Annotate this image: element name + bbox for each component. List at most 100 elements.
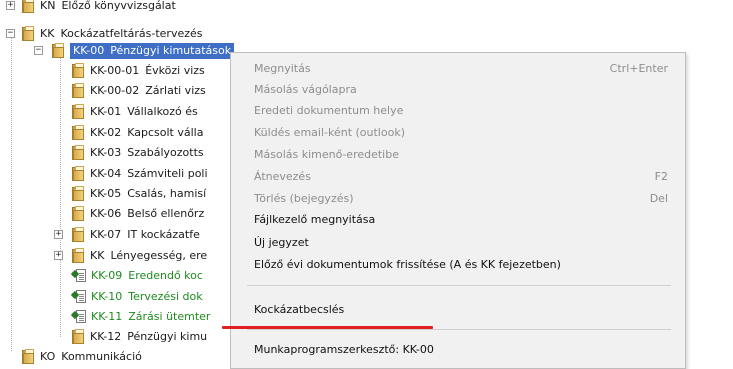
tree-item-text: Előző könyvvizsgálat <box>61 0 176 12</box>
menu-item-rename[interactable]: Átnevezés F2 <box>231 165 685 187</box>
tree-item-label: KN Előző könyvvizsgálat <box>40 0 176 14</box>
red-highlight-underline <box>222 326 433 329</box>
tree-item-text: IT kockázatfe <box>127 228 200 241</box>
tree-item[interactable]: KK Lényegesség, ere <box>72 246 207 265</box>
tree-item-label: KK-07 IT kockázatfe <box>90 227 200 243</box>
tree-item-text: Kapcsolt válla <box>127 126 204 139</box>
tree-item-label: KK-00-02 Zárlati vizs <box>90 83 206 99</box>
tree-item[interactable]: KK-12 Pénzügyi kimu <box>72 327 207 346</box>
tree-item[interactable]: KK-02 Kapcsolt válla <box>72 123 203 142</box>
menu-item-label: Kockázatbecslés <box>254 302 345 316</box>
tree-item[interactable]: KK-09 Eredendő koc <box>70 266 203 285</box>
tree-item-label: KK-09 Eredendő koc <box>91 268 203 284</box>
collapse-icon[interactable]: − <box>6 29 15 38</box>
tree-item-text: Eredendő koc <box>128 269 203 282</box>
tree-item-text: Szabályozotts <box>127 146 204 159</box>
tree-guide-line <box>11 31 12 351</box>
menu-item-label: Másolás vágólapra <box>254 82 357 96</box>
tree-item-code: KK-04 <box>90 167 122 180</box>
menu-item-original-location[interactable]: Eredeti dokumentum helye <box>231 99 685 121</box>
tree-item[interactable]: KK-05 Csalás, hamisí <box>72 184 206 203</box>
folder-icon <box>72 83 86 98</box>
expand-icon[interactable]: + <box>6 1 15 10</box>
tree-item-code: KK-05 <box>90 187 122 200</box>
menu-item-label: Munkaprogramszerkesztő: KK-00 <box>254 342 434 356</box>
folder-icon <box>22 0 36 13</box>
tree-item-text: Számviteli poli <box>127 167 208 180</box>
tree-item-code: KK-00-02 <box>90 84 140 97</box>
folder-icon <box>72 125 86 140</box>
tree-item-code: KK <box>90 249 105 262</box>
tree-item-text: Vállalkozó és <box>127 105 198 118</box>
tree-item[interactable]: KK-11 Zárási ütemter <box>70 307 211 326</box>
tree-item-code: KK-07 <box>90 228 122 241</box>
tree-item-text: Zárlati vizs <box>145 84 206 97</box>
tree-item-label: KK Lényegesség, ere <box>90 248 207 264</box>
tree-item-text: Csalás, hamisí <box>127 187 207 200</box>
linked-document-icon <box>70 289 88 304</box>
context-menu: Megnyitás Ctrl+Enter Másolás vágólapra Ered… <box>230 52 686 369</box>
menu-item-open[interactable]: Megnyitás Ctrl+Enter <box>231 57 685 79</box>
menu-item-label: Másolás kimenő-eredetibe <box>254 147 399 161</box>
tree-item-text: Pénzügyi kimu <box>127 330 208 343</box>
tree-item[interactable]: KK-04 Számviteli poli <box>72 164 208 183</box>
menu-item-refresh-previous-year[interactable]: Előző évi dokumentumok frissítése (A és … <box>231 253 685 275</box>
menu-separator <box>247 329 671 330</box>
folder-icon <box>72 145 86 160</box>
expand-icon[interactable]: + <box>54 230 63 239</box>
tree-item[interactable]: KK-10 Tervezési dok <box>70 287 203 306</box>
tree-item-code: KK-01 <box>90 105 122 118</box>
tree-item-label: KK-10 Tervezési dok <box>91 289 203 305</box>
tree-item[interactable]: KK-00-02 Zárlati vizs <box>72 81 206 100</box>
menu-item-label: Előző évi dokumentumok frissítése (A és … <box>254 257 561 271</box>
tree-item-label: KK-01 Vállalkozó és <box>90 104 198 120</box>
menu-item-label: Küldés email-ként (outlook) <box>254 125 405 139</box>
menu-item-shortcut: F2 <box>654 169 668 183</box>
tree-item-label: KK-06 Belső ellenőrz <box>90 206 204 222</box>
folder-icon <box>72 63 86 78</box>
tree-item[interactable]: KK-07 IT kockázatfe <box>72 225 200 244</box>
menu-item-label: Fájlkezelő megnyitása <box>254 212 376 226</box>
menu-item-delete[interactable]: Törlés (bejegyzés) Del <box>231 187 685 209</box>
folder-icon <box>52 43 66 58</box>
tree-item[interactable]: KK-00 Pénzügyi kimutatások <box>52 41 235 60</box>
tree-item-code: KK-00 <box>73 44 105 57</box>
collapse-icon[interactable]: − <box>34 46 43 55</box>
tree-item[interactable]: KK-03 Szabályozotts <box>72 143 204 162</box>
folder-icon <box>22 349 36 364</box>
tree-item-text: Belső ellenőrz <box>127 207 205 220</box>
tree-item-label: KK-04 Számviteli poli <box>90 166 208 182</box>
expand-icon[interactable]: + <box>54 251 63 260</box>
menu-item-copy-clipboard[interactable]: Másolás vágólapra <box>231 78 685 100</box>
menu-item-risk-assessment[interactable]: Kockázatbecslés <box>231 298 685 320</box>
tree-item-text: Zárási ütemter <box>128 310 211 323</box>
menu-item-new-note[interactable]: Új jegyzet <box>231 231 685 253</box>
folder-icon <box>22 26 36 41</box>
tree-item-label: KO Kommunikáció <box>40 349 142 365</box>
menu-item-send-email[interactable]: Küldés email-ként (outlook) <box>231 121 685 143</box>
menu-item-label: Törlés (bejegyzés) <box>254 191 354 205</box>
tree-item-label: KK-12 Pénzügyi kimu <box>90 329 207 345</box>
tree-item-code: KK-12 <box>90 330 122 343</box>
menu-item-work-program-editor[interactable]: Munkaprogramszerkesztő: KK-00 <box>231 338 685 360</box>
folder-icon <box>72 166 86 181</box>
folder-icon <box>72 329 86 344</box>
tree-item-text: Tervezési dok <box>128 290 203 303</box>
tree-item[interactable]: KN Előző könyvvizsgálat <box>22 0 176 15</box>
folder-icon <box>72 206 86 221</box>
tree-item[interactable]: KO Kommunikáció <box>22 347 142 366</box>
tree-item-label: KK-02 Kapcsolt válla <box>90 125 203 141</box>
folder-icon <box>72 227 86 242</box>
tree-item[interactable]: KK-00-01 Évközi vizs <box>72 61 205 80</box>
tree-item-code: KO <box>40 350 56 363</box>
menu-item-copy-outgoing[interactable]: Másolás kimenő-eredetibe <box>231 143 685 165</box>
tree-item[interactable]: KK-01 Vállalkozó és <box>72 102 198 121</box>
tree-item[interactable]: KK-06 Belső ellenőrz <box>72 204 204 223</box>
tree-item-text: Évközi vizs <box>145 64 205 77</box>
tree-item-label: KK-03 Szabályozotts <box>90 145 204 161</box>
menu-item-shortcut: Ctrl+Enter <box>609 61 668 75</box>
linked-document-icon <box>70 268 88 283</box>
menu-item-open-file-manager[interactable]: Fájlkezelő megnyitása <box>231 208 685 230</box>
tree-item-code: KN <box>40 0 56 12</box>
tree-guide-line <box>60 52 61 337</box>
